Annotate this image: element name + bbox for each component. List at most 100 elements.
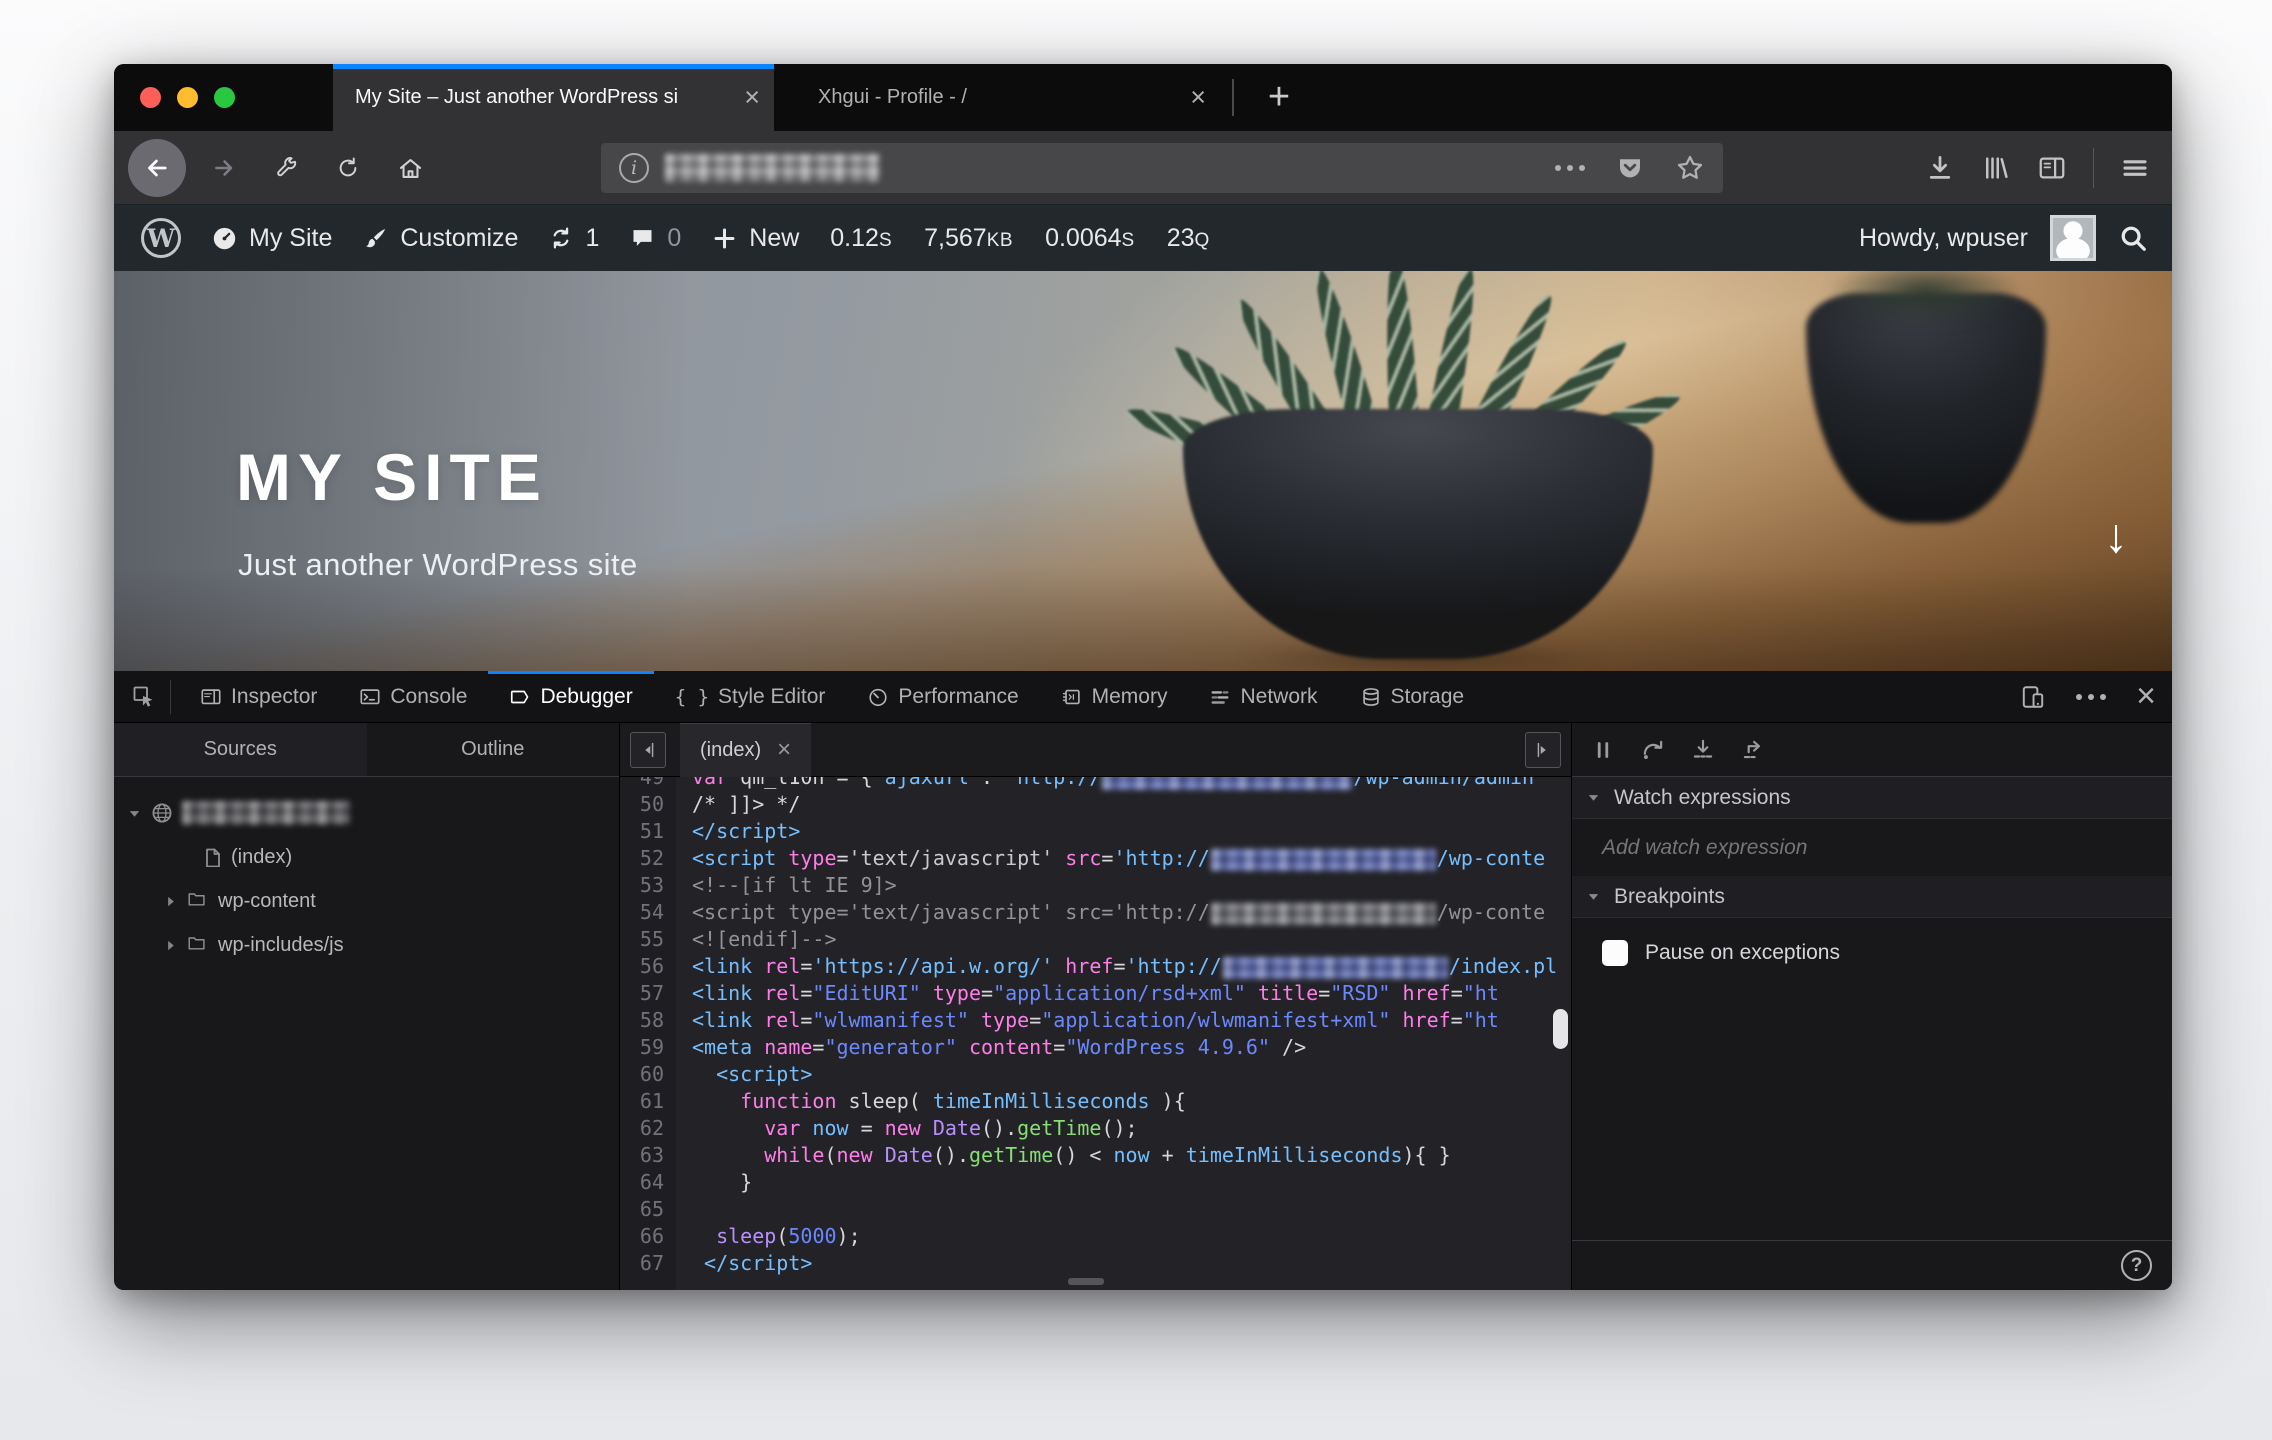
- library-icon[interactable]: [1981, 153, 2011, 183]
- close-tab-icon[interactable]: ×: [1190, 84, 1206, 111]
- tree-item-wp-content[interactable]: wp-content: [114, 879, 619, 923]
- tree-item-domain[interactable]: [114, 791, 619, 835]
- site-info-icon[interactable]: i: [619, 153, 649, 183]
- editor-vertical-scrollbar[interactable]: [1553, 1009, 1568, 1049]
- devtools-tab-network[interactable]: Network: [1188, 671, 1338, 723]
- tree-item-index[interactable]: (index): [114, 835, 619, 879]
- chevron-right-icon[interactable]: [162, 894, 178, 909]
- step-over-icon[interactable]: [1632, 729, 1674, 771]
- line-number[interactable]: 56: [620, 953, 664, 980]
- line-number[interactable]: 61: [620, 1088, 664, 1115]
- forward-button[interactable]: [200, 131, 248, 205]
- traffic-lights: [140, 64, 235, 131]
- devtools-tab-style-editor[interactable]: { } Style Editor: [654, 671, 847, 723]
- code-line: var qm_l10n = { ajaxurl : 'http:// /wp-ad…: [692, 777, 1571, 791]
- line-number[interactable]: 58: [620, 1007, 664, 1034]
- devtools-tab-inspector[interactable]: Inspector: [179, 671, 338, 723]
- code-line: <script type='text/javascript' src='http…: [692, 845, 1571, 872]
- wp-comments-button[interactable]: 0: [614, 205, 696, 271]
- scroll-down-arrow[interactable]: ↓: [2104, 509, 2128, 564]
- editor-tab-index[interactable]: (index) ×: [680, 722, 812, 777]
- chevron-right-icon[interactable]: [162, 938, 178, 953]
- page-actions-icon[interactable]: [1555, 165, 1585, 171]
- search-icon[interactable]: [2118, 223, 2148, 253]
- add-watch-expression-input[interactable]: Add watch expression: [1572, 819, 2172, 876]
- avatar[interactable]: [2050, 215, 2096, 261]
- line-number[interactable]: 64: [620, 1169, 664, 1196]
- line-number[interactable]: 49: [620, 777, 664, 791]
- home-button[interactable]: [386, 131, 434, 205]
- editor-tab-label: (index): [700, 738, 762, 761]
- sidebar-toggle-icon[interactable]: [2037, 153, 2067, 183]
- line-number[interactable]: 51: [620, 818, 664, 845]
- wrench-button[interactable]: [262, 131, 310, 205]
- line-number[interactable]: 53: [620, 872, 664, 899]
- editor-horizontal-scrollbar[interactable]: [1068, 1278, 1104, 1285]
- line-number[interactable]: 62: [620, 1115, 664, 1142]
- line-number[interactable]: 65: [620, 1196, 664, 1223]
- bookmark-star-icon[interactable]: [1675, 153, 1705, 183]
- code-token: }: [692, 1170, 753, 1194]
- watch-expressions-header[interactable]: Watch expressions: [1572, 777, 2172, 819]
- pick-element-icon[interactable]: [132, 685, 156, 709]
- breakpoints-header[interactable]: Breakpoints: [1572, 876, 2172, 918]
- step-in-icon[interactable]: [1682, 729, 1724, 771]
- line-number[interactable]: 52: [620, 845, 664, 872]
- tab-outline[interactable]: Outline: [367, 723, 620, 776]
- chevron-down-icon[interactable]: [126, 806, 142, 821]
- pocket-icon[interactable]: [1615, 153, 1645, 183]
- step-out-icon[interactable]: [1732, 729, 1774, 771]
- minimize-window-button[interactable]: [177, 87, 198, 108]
- wp-new-button[interactable]: New: [696, 205, 814, 271]
- line-number[interactable]: 60: [620, 1061, 664, 1088]
- wp-my-site-menu[interactable]: My Site: [196, 205, 347, 271]
- wp-logo-menu[interactable]: W: [126, 205, 196, 271]
- tree-item-wp-includesjs[interactable]: wp-includes/js: [114, 923, 619, 967]
- code-token: 5000: [788, 1224, 837, 1248]
- close-window-button[interactable]: [140, 87, 161, 108]
- line-number[interactable]: 50: [620, 791, 664, 818]
- wp-howdy-label[interactable]: Howdy, wpuser: [1859, 224, 2028, 253]
- line-number[interactable]: 55: [620, 926, 664, 953]
- collapse-sources-icon[interactable]: [630, 731, 666, 768]
- watch-expressions-label: Watch expressions: [1614, 785, 1791, 809]
- help-icon[interactable]: ?: [2121, 1250, 2152, 1281]
- devtools-tab-debugger[interactable]: Debugger: [488, 671, 654, 723]
- url-bar[interactable]: i: [601, 143, 1723, 193]
- devtools-close-icon[interactable]: ×: [2136, 679, 2156, 713]
- responsive-design-icon[interactable]: [2020, 684, 2046, 710]
- line-number[interactable]: 57: [620, 980, 664, 1007]
- wp-customize-button[interactable]: Customize: [347, 205, 533, 271]
- hamburger-menu-icon[interactable]: [2120, 153, 2150, 183]
- back-button[interactable]: [128, 139, 186, 197]
- tree-item-label: wp-includes/js: [218, 933, 344, 956]
- pause-icon[interactable]: [1582, 729, 1624, 771]
- browser-tab[interactable]: My Site – Just another WordPress si ×: [333, 64, 774, 131]
- browser-tab[interactable]: Xhgui - Profile - / ×: [796, 64, 1220, 131]
- zoom-window-button[interactable]: [214, 87, 235, 108]
- devtools-tab-performance[interactable]: Performance: [846, 671, 1039, 723]
- code-token: <link: [692, 981, 765, 1005]
- devtools-tab-storage[interactable]: Storage: [1339, 671, 1486, 723]
- devtools-tab-console[interactable]: Console: [338, 671, 488, 723]
- pause-on-exceptions-checkbox[interactable]: [1602, 940, 1628, 966]
- expand-panes-icon[interactable]: [1525, 731, 1561, 768]
- code-line: while(new Date().getTime() < now + timeI…: [692, 1142, 1571, 1169]
- line-number[interactable]: 66: [620, 1223, 664, 1250]
- code-viewer[interactable]: 49 50 51 52 53 54 55 56 57 58 59 60 61 62 63 64 65 66 67 v…: [620, 777, 1571, 1290]
- downloads-icon[interactable]: [1925, 153, 1955, 183]
- line-number[interactable]: 67: [620, 1250, 664, 1277]
- devtools-tab-memory[interactable]: Memory: [1040, 671, 1189, 723]
- line-number[interactable]: 59: [620, 1034, 664, 1061]
- tab-sources[interactable]: Sources: [114, 723, 367, 776]
- wp-updates-button[interactable]: 1: [533, 205, 614, 271]
- devtools-meatball-menu-icon[interactable]: [2076, 693, 2107, 700]
- close-source-tab-icon[interactable]: ×: [777, 738, 791, 762]
- line-number[interactable]: 54: [620, 899, 664, 926]
- code-line: </script>: [692, 818, 1571, 845]
- close-tab-icon[interactable]: ×: [744, 84, 760, 111]
- new-tab-button[interactable]: +: [1248, 64, 1310, 131]
- line-number[interactable]: 63: [620, 1142, 664, 1169]
- reload-button[interactable]: [324, 131, 372, 205]
